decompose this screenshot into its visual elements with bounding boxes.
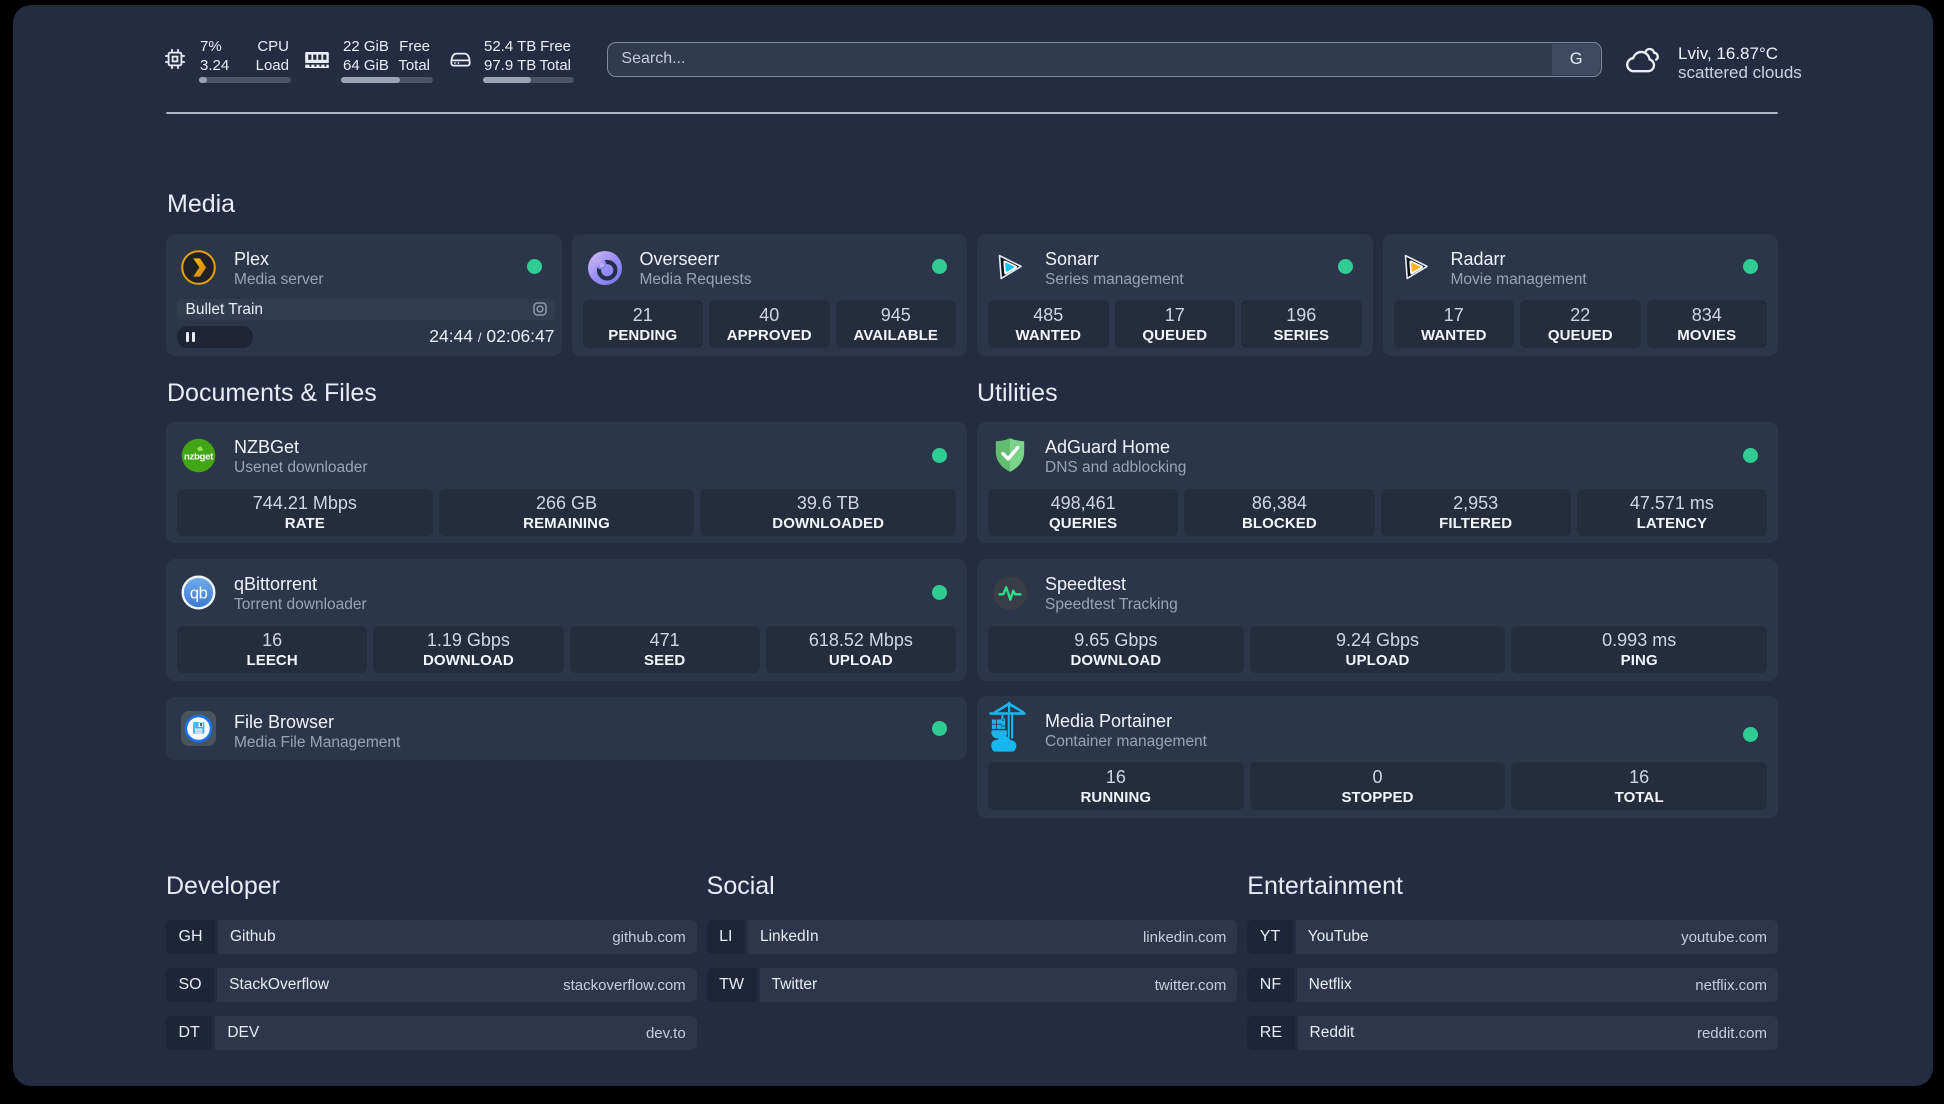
- svg-text:qb: qb: [190, 584, 208, 602]
- svg-text:nzbget: nzbget: [184, 452, 214, 463]
